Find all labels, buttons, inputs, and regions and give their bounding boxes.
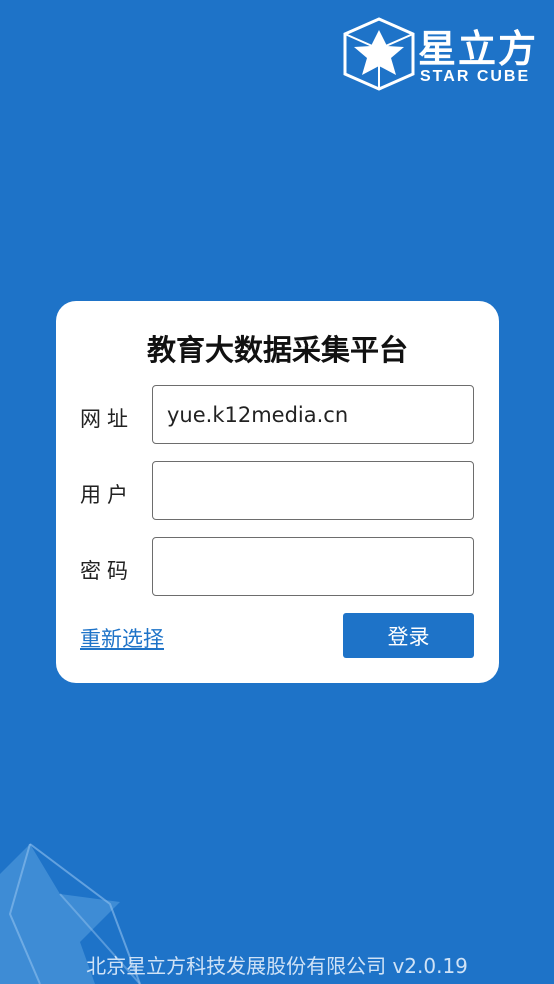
url-label: 网址 [80,407,134,431]
username-label: 用户 [80,483,134,507]
page-title: 教育大数据采集平台 [146,333,408,367]
company-name: 北京星立方科技发展股份有限公司 [86,954,387,978]
brand-name-en: STAR CUBE [420,68,531,85]
password-label: 密码 [80,559,134,583]
footer: 北京星立方科技发展股份有限公司 v2.0.19 [0,950,554,979]
url-field[interactable] [152,385,474,444]
star-cube-logo-icon [343,17,415,91]
password-field[interactable] [152,537,474,596]
brand-name: 星立方 [418,27,539,71]
reselect-link[interactable]: 重新选择 [80,623,164,653]
app-version: v2.0.19 [392,954,468,978]
login-card: 教育大数据采集平台 网址 用户 密码 重新选择 登录 [56,301,499,683]
brand-logo: 星立方 STAR CUBE [342,16,542,92]
login-button[interactable]: 登录 [343,613,474,658]
username-field[interactable] [152,461,474,520]
